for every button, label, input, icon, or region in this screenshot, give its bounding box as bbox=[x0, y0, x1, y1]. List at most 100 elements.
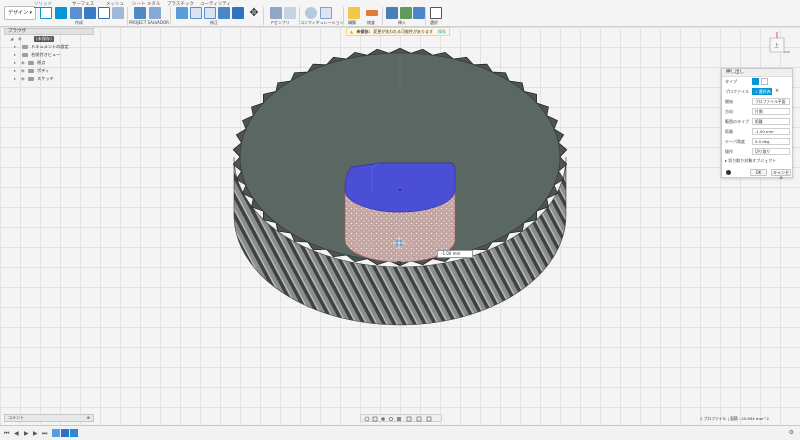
box-icon[interactable] bbox=[98, 7, 110, 19]
salvador-icon[interactable] bbox=[134, 7, 146, 19]
thin-extrude-icon[interactable] bbox=[761, 78, 768, 85]
insert-image-icon[interactable] bbox=[400, 7, 412, 19]
group-select-label[interactable]: 選択 bbox=[430, 20, 438, 26]
expand-arrow-icon[interactable]: ▸ bbox=[14, 43, 16, 51]
row-start: 開始 プロファイル平面 bbox=[722, 97, 794, 106]
selected-profile[interactable] bbox=[344, 162, 456, 213]
group-configure-label[interactable]: コンフィギュレーション bbox=[300, 20, 344, 26]
zoom-icon[interactable] bbox=[389, 417, 393, 421]
taper-field[interactable]: 0.0 deg bbox=[752, 138, 790, 145]
expand-arrow-icon[interactable]: ▸ bbox=[14, 75, 16, 83]
measure-icon[interactable] bbox=[366, 10, 378, 16]
expand-arrow-icon[interactable]: ▸ bbox=[14, 51, 16, 59]
last-step-icon[interactable]: ⏭ bbox=[42, 430, 47, 438]
expand-arrow-icon[interactable]: ▸ bbox=[14, 59, 16, 67]
configure-icon[interactable] bbox=[305, 7, 317, 19]
row-taper: テーパ角度 0.0 deg bbox=[722, 137, 794, 146]
browser-root[interactable]: ◢ ◉ (未保存) bbox=[4, 35, 94, 43]
browser-header[interactable]: ブラウザ bbox=[4, 28, 94, 35]
new-component-icon[interactable] bbox=[40, 7, 52, 19]
previous-step-icon[interactable]: ◀ bbox=[14, 430, 19, 437]
workspace-switcher[interactable]: デザイン ▾ bbox=[4, 6, 36, 20]
first-step-icon[interactable]: ⏮ bbox=[4, 430, 9, 438]
distance-field[interactable]: -1.00 mm bbox=[752, 128, 790, 135]
canvas-viewport[interactable] bbox=[0, 27, 800, 425]
timeline-current-feature-icon[interactable] bbox=[70, 429, 78, 437]
chamfer-icon[interactable] bbox=[204, 7, 216, 19]
extrude-type-icon[interactable] bbox=[752, 78, 759, 85]
next-step-icon[interactable]: ▶ bbox=[33, 430, 38, 437]
browser-item-document-settings[interactable]: ▸ ドキュメントの設定 bbox=[4, 43, 94, 51]
revolve-icon[interactable] bbox=[84, 7, 96, 19]
timeline-extrude-icon[interactable] bbox=[61, 429, 69, 437]
group-construct-label[interactable]: 構築 bbox=[348, 20, 356, 26]
ok-button[interactable]: OK bbox=[750, 169, 767, 176]
visibility-icon[interactable]: ◉ bbox=[21, 67, 25, 75]
visibility-icon[interactable]: ◉ bbox=[21, 59, 25, 67]
viewports-icon[interactable] bbox=[426, 416, 432, 422]
group-salvador-label[interactable]: PROJECT SALVADOR bbox=[129, 20, 169, 25]
group-insert-label[interactable]: 挿入 bbox=[398, 20, 406, 26]
group-create-label[interactable]: 作成 bbox=[75, 20, 83, 26]
grid-icon[interactable] bbox=[416, 416, 422, 422]
display-settings-icon[interactable] bbox=[406, 416, 412, 422]
operation-select[interactable]: 切り取り bbox=[752, 148, 790, 155]
visibility-icon[interactable]: ◉ bbox=[21, 75, 25, 83]
expand-arrow-icon[interactable]: ◢ bbox=[10, 35, 13, 43]
group-inspect-label[interactable]: 検査 bbox=[367, 20, 375, 26]
move-icon[interactable]: ✥ bbox=[248, 7, 260, 19]
save-link[interactable]: 保存 bbox=[438, 28, 446, 35]
toolbar-divider bbox=[263, 7, 264, 25]
model-canvas[interactable] bbox=[0, 27, 800, 425]
profile-center-point bbox=[399, 189, 401, 191]
browser-item-bodies[interactable]: ▸ ◉ ボディ bbox=[4, 67, 94, 75]
row-operation: 操作 切り取り bbox=[722, 147, 794, 156]
add-comment-icon[interactable]: ⊕ bbox=[87, 415, 90, 421]
dialog-title[interactable]: 押し出し bbox=[722, 69, 792, 77]
row-type: タイプ bbox=[722, 77, 794, 86]
direction-select[interactable]: 片側 bbox=[752, 108, 790, 115]
row-direction: 方向 片側 bbox=[722, 107, 794, 116]
start-select[interactable]: プロファイル平面 bbox=[752, 98, 790, 105]
comments-panel[interactable]: コメント ⊕ bbox=[4, 414, 94, 422]
create-sketch-icon[interactable] bbox=[55, 7, 67, 19]
profile-selection[interactable]: 1 選択済み bbox=[752, 88, 772, 95]
cancel-button[interactable]: キャンセル bbox=[771, 169, 791, 180]
shell-icon[interactable] bbox=[218, 7, 230, 19]
distance-input[interactable]: -1.00 mm bbox=[437, 250, 473, 258]
group-modify-label[interactable]: 修正 bbox=[210, 20, 218, 26]
extent-type-select[interactable]: 距離 bbox=[752, 118, 790, 125]
pattern-icon[interactable] bbox=[112, 7, 124, 19]
browser-item-origin[interactable]: ▸ ◉ 原点 bbox=[4, 59, 94, 67]
visibility-icon[interactable]: ◉ bbox=[18, 35, 22, 43]
salvador-tool-icon[interactable] bbox=[149, 7, 161, 19]
extrude-dialog: 押し出し タイプ プロファイル 1 選択済み × 開始 プロファイル平面 方向 … bbox=[721, 68, 794, 180]
group-assemble-label[interactable]: アセンブリ bbox=[270, 20, 290, 26]
press-pull-icon[interactable] bbox=[176, 7, 188, 19]
objects-to-cut-expander[interactable]: ▸ 切り取り対象オブジェクト bbox=[725, 158, 776, 164]
pan-icon[interactable] bbox=[381, 417, 385, 421]
config-table-icon[interactable] bbox=[320, 7, 332, 19]
clear-selection-icon[interactable]: × bbox=[775, 87, 779, 96]
as-built-joint-icon[interactable] bbox=[284, 7, 296, 19]
select-icon[interactable] bbox=[430, 7, 442, 19]
fillet-icon[interactable] bbox=[190, 7, 202, 19]
timeline-sketch-icon[interactable] bbox=[52, 429, 60, 437]
comments-label: コメント bbox=[8, 415, 24, 420]
look-at-icon[interactable] bbox=[372, 416, 378, 422]
combine-icon[interactable] bbox=[232, 7, 244, 19]
fit-icon[interactable] bbox=[397, 417, 401, 421]
browser-item-sketches[interactable]: ▸ ◉ スケッチ bbox=[4, 75, 94, 83]
expand-arrow-icon[interactable]: ▸ bbox=[14, 67, 16, 75]
insert-derive-icon[interactable] bbox=[386, 7, 398, 19]
insert-mesh-icon[interactable] bbox=[413, 7, 425, 19]
extrude-icon[interactable] bbox=[70, 7, 82, 19]
info-icon[interactable] bbox=[726, 170, 731, 175]
browser-item-named-views[interactable]: ▸ 名前付きビュー bbox=[4, 51, 94, 59]
joint-icon[interactable] bbox=[270, 7, 282, 19]
orbit-icon[interactable] bbox=[364, 416, 370, 422]
play-icon[interactable]: ▶ bbox=[24, 430, 29, 437]
view-cube[interactable]: 上 bbox=[762, 30, 792, 60]
timeline-settings-icon[interactable]: ⚙ bbox=[789, 429, 794, 436]
offset-plane-icon[interactable] bbox=[348, 7, 360, 19]
